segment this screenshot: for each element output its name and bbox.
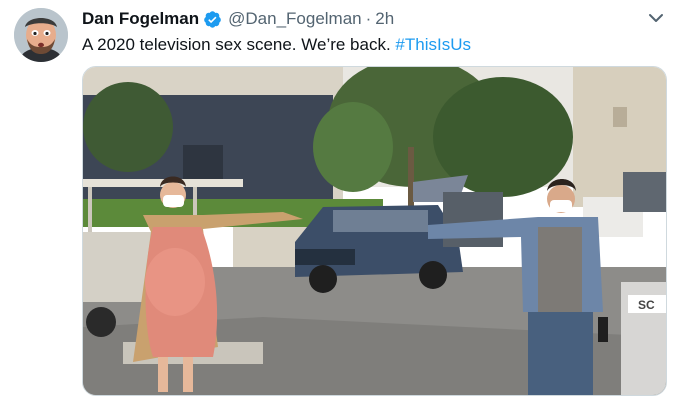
tweet-photo[interactable]: SC: [82, 66, 667, 396]
chevron-down-icon[interactable]: [646, 8, 666, 28]
separator-dot: ·: [365, 9, 372, 28]
tweet-header: Dan Fogelman @Dan_Fogelman · 2h: [82, 9, 394, 29]
author-handle[interactable]: @Dan_Fogelman: [228, 9, 362, 29]
tweet-timestamp[interactable]: 2h: [375, 9, 394, 29]
tweet-body: A 2020 television sex scene. We’re back.: [82, 35, 396, 54]
photo-scene: SC: [83, 67, 666, 395]
avatar-image: [14, 8, 68, 62]
verified-badge-icon: [203, 10, 222, 29]
author-name[interactable]: Dan Fogelman: [82, 9, 199, 29]
hashtag-link[interactable]: #ThisIsUs: [395, 35, 471, 54]
tweet-card: Dan Fogelman @Dan_Fogelman · 2h A 2020 t…: [0, 0, 680, 400]
bin-label: SC: [638, 298, 655, 312]
tweet-text: A 2020 television sex scene. We’re back.…: [82, 34, 471, 56]
avatar[interactable]: [14, 8, 68, 62]
